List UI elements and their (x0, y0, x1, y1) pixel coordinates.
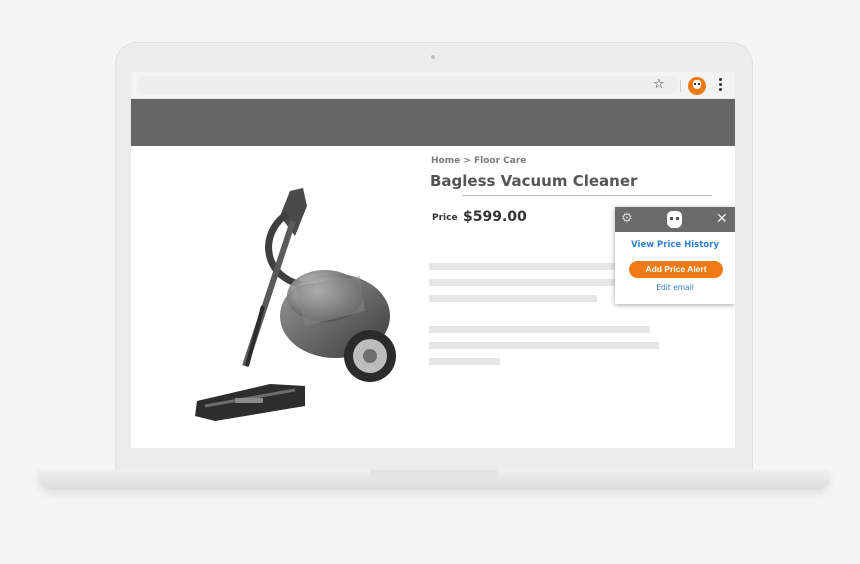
placeholder-line (429, 342, 659, 349)
title-divider (462, 195, 712, 196)
popup-logo-eyes (670, 217, 679, 220)
more-menu-icon[interactable] (719, 78, 723, 92)
browser-toolbar: ☆ (131, 72, 735, 99)
placeholder-line (429, 279, 619, 286)
extension-logo-eyes (694, 83, 700, 85)
laptop-base-notch (370, 470, 497, 481)
placeholder-line (429, 295, 597, 302)
popup-header: ⚙ ✕ (615, 207, 735, 232)
product-price: $599.00 (463, 209, 527, 225)
toolbar-divider (680, 80, 681, 92)
browser-window: ☆ Home > Floor Care Bagless Vacuum Clean… (131, 72, 735, 448)
view-price-history-link[interactable]: View Price History (615, 240, 735, 250)
popup-logo-icon (667, 211, 682, 228)
placeholder-line (429, 358, 500, 365)
placeholder-line (429, 326, 650, 333)
close-icon[interactable]: ✕ (716, 210, 728, 228)
breadcrumb[interactable]: Home > Floor Care (431, 156, 526, 166)
product-title: Bagless Vacuum Cleaner (430, 172, 638, 190)
laptop-camera (431, 55, 435, 59)
star-icon[interactable]: ☆ (653, 76, 665, 94)
gear-icon[interactable]: ⚙ (621, 210, 633, 228)
vacuum-cleaner-image (195, 188, 396, 421)
address-bar[interactable] (137, 76, 677, 95)
price-tracker-popup: ⚙ ✕ View Price History Add Price Alert E… (615, 207, 735, 304)
extension-logo-icon[interactable] (688, 77, 706, 95)
site-header-bar (131, 99, 735, 146)
price-label: Price (432, 213, 458, 223)
add-price-alert-button[interactable]: Add Price Alert (629, 261, 723, 278)
edit-email-link[interactable]: Edit email (615, 283, 735, 292)
placeholder-line (429, 263, 619, 270)
